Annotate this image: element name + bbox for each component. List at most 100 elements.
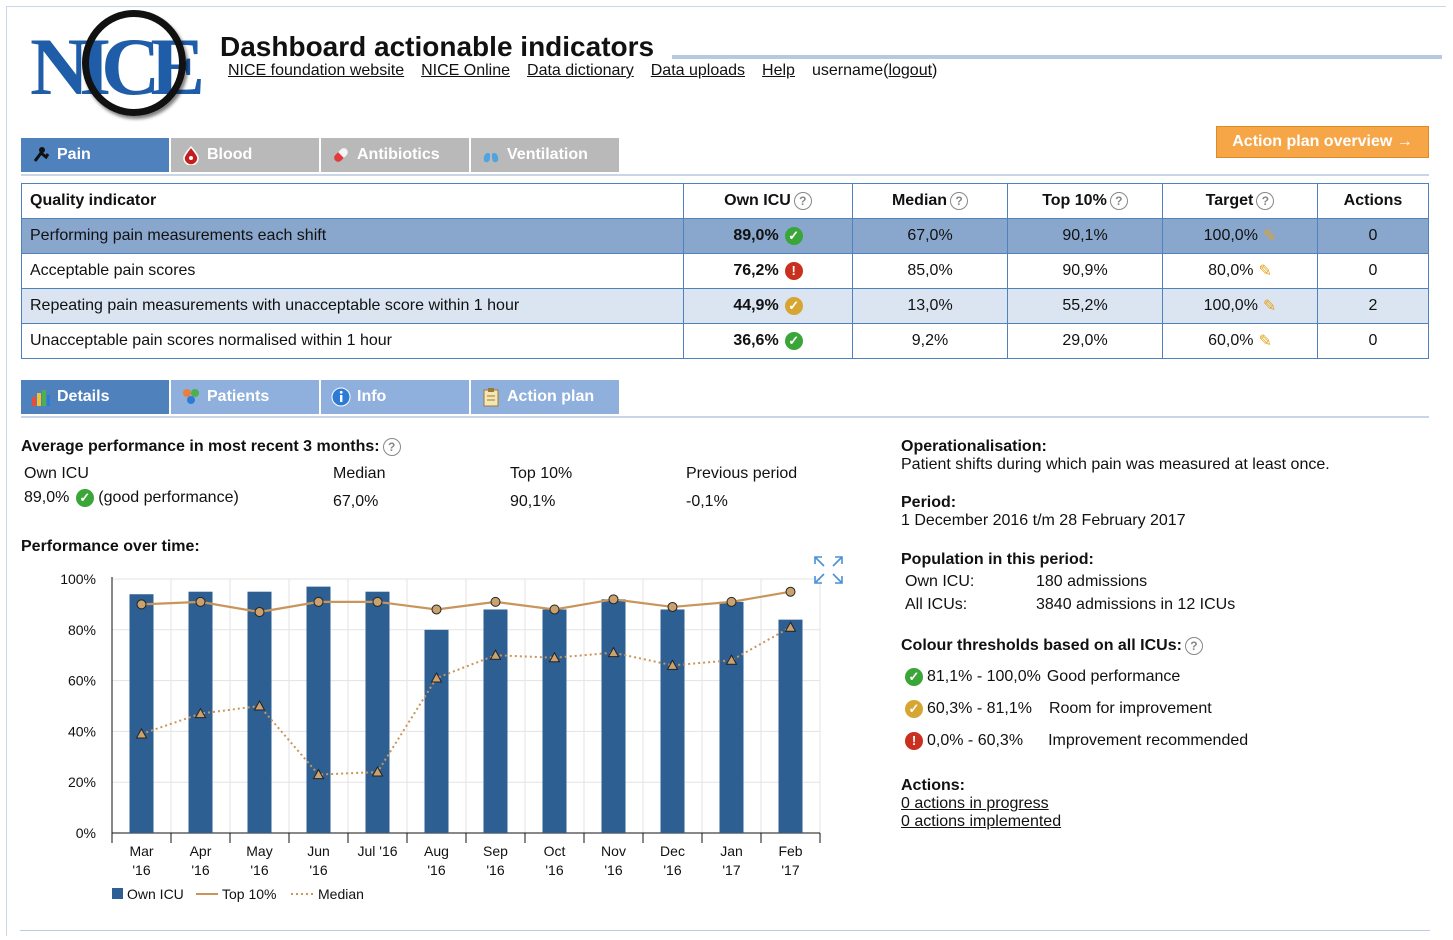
- actions-in-progress-link[interactable]: 0 actions in progress: [901, 795, 1049, 812]
- help-icon[interactable]: ?: [950, 191, 969, 210]
- tab-pain[interactable]: Pain: [21, 138, 169, 172]
- lungs-icon: [481, 145, 501, 165]
- edit-pencil-icon[interactable]: ✎: [1258, 261, 1271, 281]
- x-tick-label: Feb: [778, 843, 802, 859]
- y-tick-label: 40%: [68, 723, 96, 739]
- tab-label: Antibiotics: [357, 146, 440, 163]
- tab-patients[interactable]: Patients: [171, 380, 319, 414]
- performance-chart: 0% 20% 40% 60% 80% 100% Mar '16 Apr '16 May '16 Jun '…: [60, 556, 843, 902]
- thresholds-label: Colour thresholds based on all ICUs:?: [901, 637, 1203, 655]
- operationalisation-section: Operationalisation: Patient shifts durin…: [901, 438, 1330, 474]
- help-icon[interactable]: ?: [1109, 191, 1128, 210]
- actions-section: Actions: 0 actions in progress 0 actions…: [901, 777, 1061, 831]
- legend-top10-label: Top 10%: [222, 886, 276, 902]
- topic-tabs-rule: [21, 174, 1429, 176]
- table-header-row: Quality indicator Own ICU? Median? Top 1…: [21, 183, 1429, 219]
- bar-own-icu: [129, 594, 154, 833]
- population-section: Population in this period:: [901, 551, 1094, 569]
- x-tick-label: Jun: [307, 843, 330, 859]
- patients-icon: [181, 387, 201, 407]
- table-row[interactable]: Performing pain measurements each shift …: [21, 218, 1429, 254]
- median-cell: 85,0%: [852, 253, 1008, 289]
- y-tick-label: 80%: [68, 622, 96, 638]
- target-cell: 80,0% ✎: [1162, 253, 1318, 289]
- performance-heading: Performance over time:: [21, 538, 200, 555]
- nav-link-foundation[interactable]: NICE foundation website: [228, 62, 404, 80]
- population-label: Population in this period:: [901, 551, 1094, 568]
- table-row[interactable]: Unacceptable pain scores normalised with…: [21, 323, 1429, 359]
- good-status-icon: ✓: [784, 226, 803, 245]
- tab-antibiotics[interactable]: Antibiotics: [321, 138, 469, 172]
- title-rule: [672, 55, 1442, 59]
- x-tick-label: '17: [781, 862, 799, 878]
- bar-own-icu: [247, 591, 272, 833]
- nav-link-data-dictionary[interactable]: Data dictionary: [527, 62, 634, 80]
- pill-icon: [331, 145, 351, 165]
- edit-pencil-icon[interactable]: ✎: [1258, 331, 1271, 351]
- topic-tabs: Pain Blood Antibiotics Ventilation: [21, 138, 619, 172]
- header-indicator: Quality indicator: [21, 183, 684, 219]
- x-tick-label: '16: [191, 862, 209, 878]
- x-tick-label: Apr: [190, 843, 212, 859]
- bar-own-icu: [660, 609, 685, 833]
- header-own-icu: Own ICU?: [683, 183, 853, 219]
- legend-own-icu-swatch: [112, 888, 123, 899]
- actions-implemented-link[interactable]: 0 actions implemented: [901, 813, 1061, 830]
- indicator-name: Performing pain measurements each shift: [21, 218, 684, 254]
- average-heading: Average performance in most recent 3 mon…: [21, 438, 401, 456]
- logout-link[interactable]: logout: [888, 62, 932, 79]
- own-icu-cell: 36,6% ✓: [683, 323, 853, 359]
- blood-drop-icon: [181, 145, 201, 165]
- logo-magnifier-ring: [82, 10, 186, 116]
- action-plan-overview-button[interactable]: Action plan overview →: [1216, 126, 1429, 158]
- table-row[interactable]: Repeating pain measurements with unaccep…: [21, 288, 1429, 324]
- period-section: Period: 1 December 2016 t/m 28 February …: [901, 494, 1186, 530]
- bar-own-icu: [483, 609, 508, 833]
- pain-icon: [31, 145, 51, 165]
- tab-label: Info: [357, 388, 387, 405]
- table-row[interactable]: Acceptable pain scores 76,2%! 85,0% 90,9…: [21, 253, 1429, 289]
- nav-link-data-uploads[interactable]: Data uploads: [651, 62, 745, 80]
- y-tick-label: 0%: [76, 825, 96, 841]
- avg-top10-value: 90,1%: [510, 493, 556, 510]
- expand-icon[interactable]: [814, 556, 843, 584]
- page-frame-top: [6, 6, 1446, 7]
- x-tick-label: '16: [132, 862, 150, 878]
- user-close-paren: ): [932, 62, 938, 79]
- x-tick-label: Mar: [129, 843, 153, 859]
- edit-pencil-icon[interactable]: ✎: [1263, 226, 1276, 246]
- avg-own-value-row: 89,0% ✓ (good performance): [24, 489, 239, 507]
- x-tick-label: Nov: [601, 843, 626, 859]
- tab-action-plan[interactable]: Action plan: [471, 380, 619, 414]
- indicator-name: Repeating pain measurements with unaccep…: [21, 288, 684, 324]
- help-icon[interactable]: ?: [382, 438, 401, 456]
- indicator-name: Acceptable pain scores: [21, 253, 684, 289]
- top10-cell: 29,0%: [1007, 323, 1163, 359]
- x-tick-label: Oct: [544, 843, 566, 859]
- tab-ventilation[interactable]: Ventilation: [471, 138, 619, 172]
- nice-logo[interactable]: NICE: [30, 8, 220, 120]
- nav-link-help[interactable]: Help: [762, 62, 795, 80]
- actions-cell: 0: [1317, 253, 1429, 289]
- y-tick-label: 60%: [68, 673, 96, 689]
- x-tick-label: '16: [250, 862, 268, 878]
- x-tick-label: '16: [663, 862, 681, 878]
- nav-link-nice-online[interactable]: NICE Online: [421, 62, 510, 80]
- help-icon[interactable]: ?: [793, 191, 812, 210]
- tab-details[interactable]: Details: [21, 380, 169, 414]
- target-cell: 100,0% ✎: [1162, 288, 1318, 324]
- threshold-bad: ! 0,0% - 60,3% Improvement recommended: [905, 732, 1248, 750]
- target-cell: 60,0% ✎: [1162, 323, 1318, 359]
- edit-pencil-icon[interactable]: ✎: [1263, 296, 1276, 316]
- help-icon[interactable]: ?: [1256, 191, 1275, 210]
- indicator-name: Unacceptable pain scores normalised with…: [21, 323, 684, 359]
- x-tick-label: '16: [427, 862, 445, 878]
- period-label: Period:: [901, 494, 957, 511]
- top-navigation: NICE foundation website NICE Online Data…: [228, 62, 937, 80]
- point-top10: [431, 604, 442, 615]
- tab-info[interactable]: Info: [321, 380, 469, 414]
- top10-cell: 55,2%: [1007, 288, 1163, 324]
- tab-blood[interactable]: Blood: [171, 138, 319, 172]
- warning-status-icon: !: [784, 261, 803, 280]
- help-icon[interactable]: ?: [1184, 637, 1203, 655]
